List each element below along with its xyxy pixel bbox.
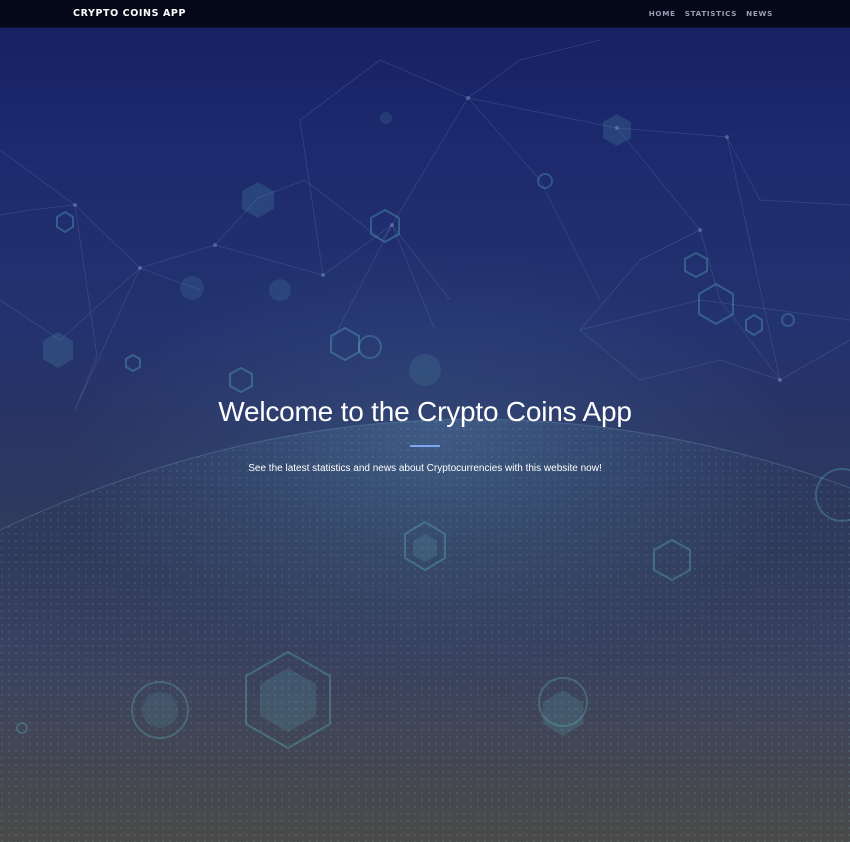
navbar: CRYPTO COINS APP HOME STATISTICS NEWS [0, 0, 850, 28]
nav-links: HOME STATISTICS NEWS [649, 9, 773, 19]
nav-link-news[interactable]: NEWS [746, 9, 773, 19]
hero-subtitle: See the latest statistics and news about… [248, 463, 602, 474]
hero-title: Welcome to the Crypto Coins App [218, 396, 632, 427]
brand-link[interactable]: CRYPTO COINS APP [73, 8, 186, 20]
nav-link-statistics[interactable]: STATISTICS [685, 9, 737, 19]
page: CRYPTO COINS APP HOME STATISTICS NEWS We… [0, 0, 850, 842]
hero-divider [410, 445, 440, 447]
nav-link-home[interactable]: HOME [649, 9, 676, 19]
hero: Welcome to the Crypto Coins App See the … [0, 394, 850, 476]
